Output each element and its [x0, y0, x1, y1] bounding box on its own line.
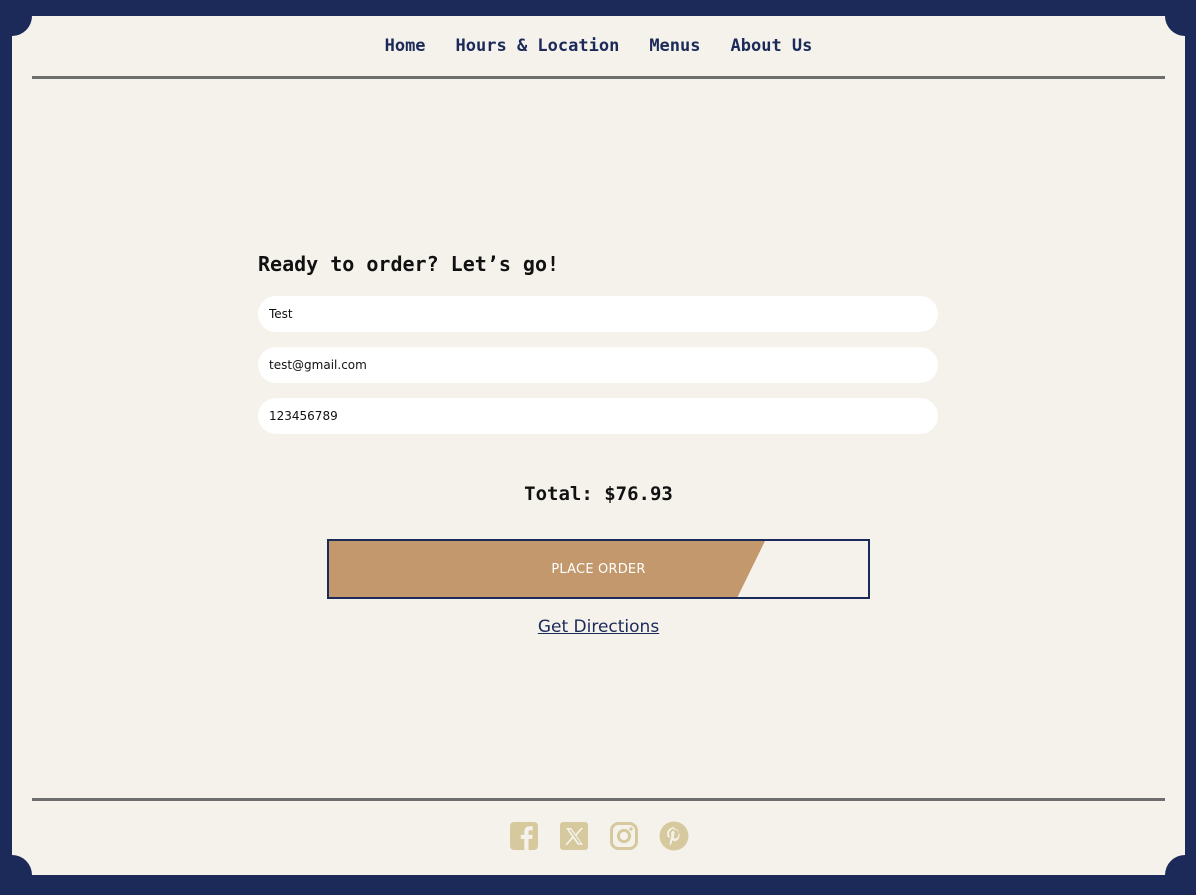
- nav-home[interactable]: Home: [385, 36, 426, 56]
- main-nav: Home Hours & Location Menus About Us: [12, 36, 1185, 56]
- corner-notch: [1165, 0, 1196, 36]
- phone-field[interactable]: [258, 398, 938, 434]
- nav-about-us[interactable]: About Us: [731, 36, 813, 56]
- order-form: Ready to order? Let’s go!: [258, 250, 939, 434]
- social-links: [12, 820, 1185, 852]
- nav-hours-location[interactable]: Hours & Location: [456, 36, 620, 56]
- email-field[interactable]: [258, 347, 938, 383]
- footer-divider: [32, 798, 1165, 801]
- header-divider: [32, 76, 1165, 79]
- corner-notch: [0, 855, 32, 895]
- order-total: Total: $76.93: [524, 483, 673, 505]
- place-order-button[interactable]: PLACE ORDER: [327, 539, 870, 599]
- form-title: Ready to order? Let’s go!: [258, 252, 560, 276]
- get-directions-link[interactable]: Get Directions: [538, 617, 659, 637]
- page-frame: Home Hours & Location Menus About Us Rea…: [0, 0, 1196, 895]
- directions-container: Get Directions: [12, 617, 1185, 637]
- corner-notch: [0, 0, 32, 36]
- facebook-icon[interactable]: [509, 820, 539, 852]
- x-twitter-icon[interactable]: [559, 820, 589, 852]
- instagram-icon[interactable]: [609, 820, 639, 852]
- nav-menus[interactable]: Menus: [649, 36, 700, 56]
- place-order-label: PLACE ORDER: [551, 561, 646, 577]
- corner-notch: [1165, 855, 1196, 895]
- pinterest-icon[interactable]: [659, 820, 689, 852]
- name-field[interactable]: [258, 296, 938, 332]
